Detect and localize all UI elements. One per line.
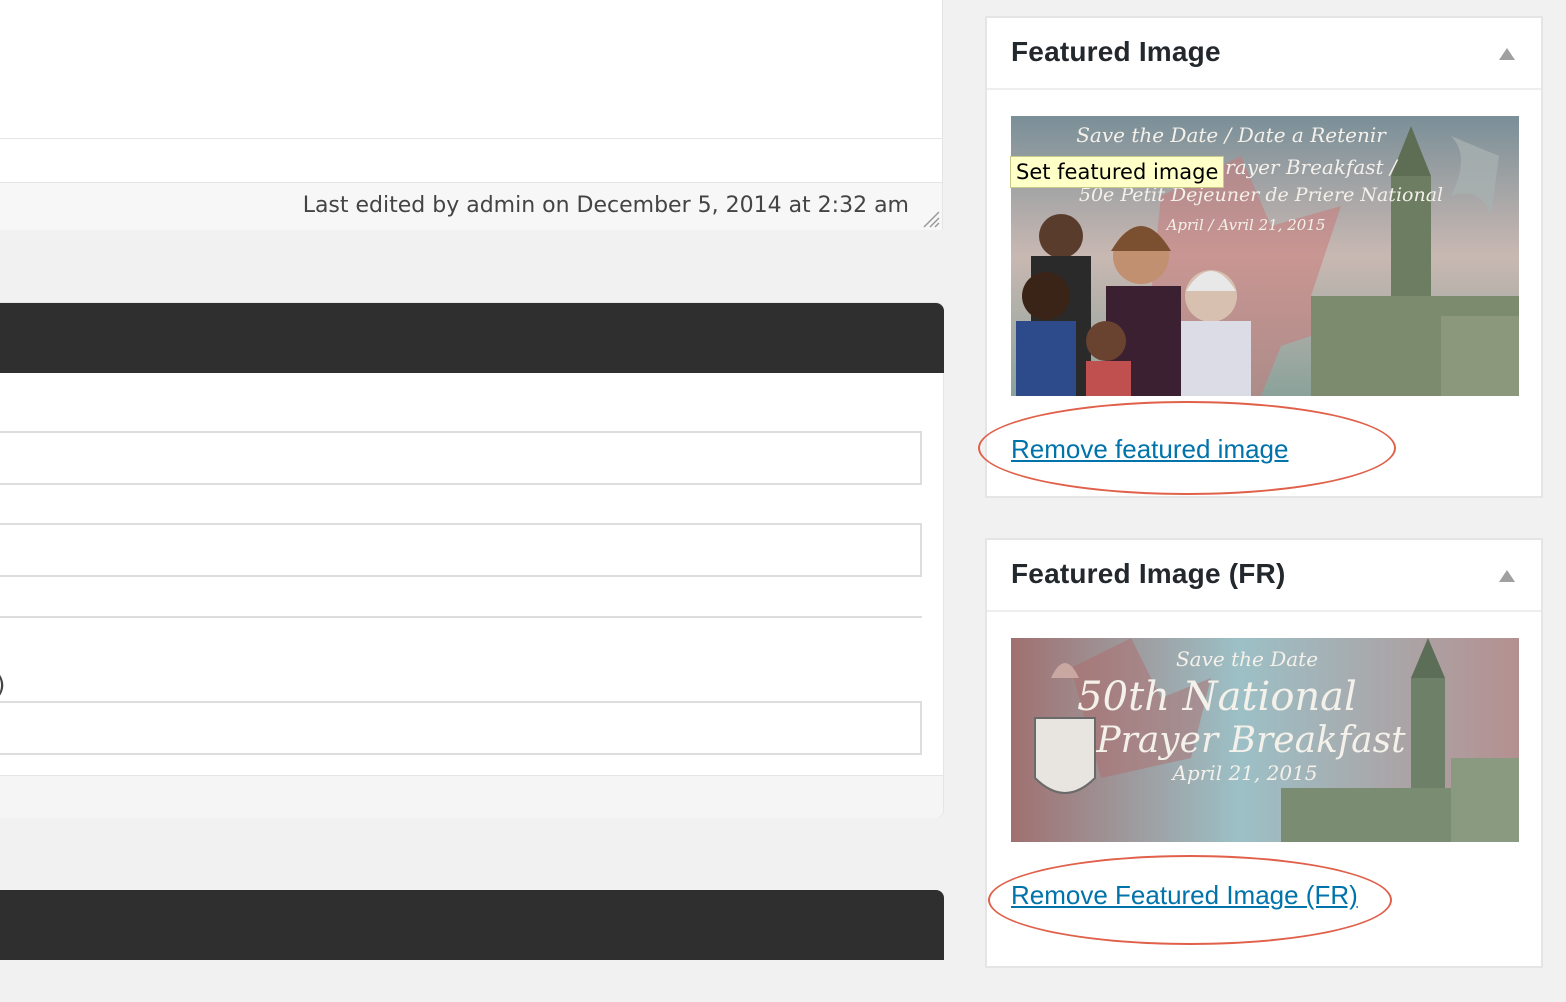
editor-content-area[interactable]: [0, 0, 942, 138]
custom-fields-panel: ): [0, 302, 944, 818]
banner-text-line-1: Save the Date: [1176, 647, 1318, 671]
featured-image-fr-picture: Save the Date 50th National Prayer Break…: [1011, 638, 1519, 842]
editor-divider: [0, 138, 942, 139]
metabox-title: Featured Image: [1011, 36, 1221, 67]
last-edited-text: Last edited by admin on December 5, 2014…: [302, 193, 909, 218]
banner-text-line-3: Prayer Breakfast: [1095, 720, 1406, 761]
text-field-1[interactable]: [0, 431, 922, 485]
panel-header-dark-2[interactable]: [0, 890, 944, 960]
banner-text-line-4: April / Avril 21, 2015: [1165, 216, 1326, 234]
remove-featured-image-fr-link[interactable]: Remove Featured Image (FR): [1011, 880, 1358, 911]
resize-handle-icon[interactable]: [920, 208, 940, 228]
featured-image-fr-thumbnail[interactable]: Save the Date 50th National Prayer Break…: [1011, 638, 1519, 842]
metabox-header[interactable]: Featured Image (FR): [987, 540, 1541, 612]
post-editor[interactable]: Last edited by admin on December 5, 2014…: [0, 0, 943, 230]
banner-text-line-2: 50th National: [1077, 674, 1357, 720]
metabox-title: Featured Image (FR): [1011, 558, 1286, 589]
text-field-2[interactable]: [0, 523, 922, 577]
collapse-arrow-icon[interactable]: [1499, 48, 1515, 60]
featured-image-fr-metabox: Featured Image (FR) Save the Date 50th N…: [985, 538, 1543, 968]
text-field-3[interactable]: [0, 701, 922, 755]
editor-status-bar: Last edited by admin on December 5, 2014…: [0, 182, 942, 230]
panel-header-dark[interactable]: [0, 303, 944, 373]
collapse-arrow-icon[interactable]: [1499, 570, 1515, 582]
metabox-header[interactable]: Featured Image: [987, 18, 1541, 90]
banner-text-line-4: April 21, 2015: [1170, 761, 1317, 785]
banner-text-line-2: rayer Breakfast /: [1225, 155, 1399, 179]
banner-text-line-1: Save the Date / Date a Retenir: [1076, 123, 1387, 147]
field-separator: [0, 616, 922, 618]
panel-footer: [0, 775, 943, 818]
set-featured-image-tooltip: Set featured image: [1010, 156, 1225, 188]
remove-featured-image-link[interactable]: Remove featured image: [1011, 434, 1288, 465]
field-label-fragment: ): [0, 671, 5, 699]
featured-image-metabox: Featured Image Save the Date / Date a Re…: [985, 16, 1543, 498]
